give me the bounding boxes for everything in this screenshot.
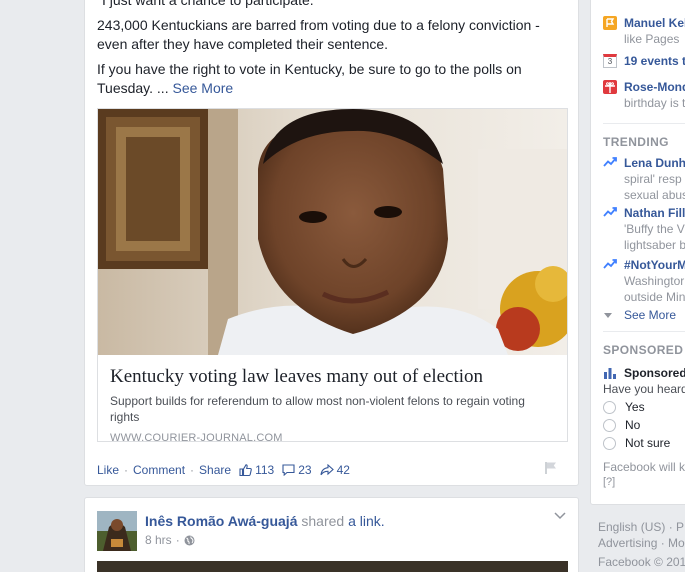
- flag-icon[interactable]: [544, 461, 558, 475]
- gift-icon: [603, 80, 617, 94]
- sidebar-notification[interactable]: Rose-Mond birthday is t: [603, 79, 685, 115]
- separator: ·: [124, 463, 129, 477]
- poll-title: Sponsored: [624, 366, 685, 380]
- post-paragraph-text: If you have the right to vote in Kentuck…: [97, 61, 522, 96]
- link-preview[interactable]: Kentucky voting law leaves many out of e…: [97, 108, 568, 444]
- radio-button[interactable]: [603, 400, 616, 414]
- divider: [603, 123, 685, 124]
- radio-button[interactable]: [603, 418, 616, 432]
- poll-option-label: Yes: [625, 400, 645, 414]
- sponsored-header: SPONSORED: [603, 343, 684, 357]
- author-name-link[interactable]: Inês Romão Awá-guajá: [145, 513, 297, 529]
- poll-option-yes[interactable]: Yes: [603, 400, 645, 414]
- link-preview-domain: WWW.COURIER-JOURNAL.COM: [110, 432, 283, 444]
- post-author-line: Inês Romão Awá-guajá shared a link.: [145, 513, 385, 529]
- share-arrow-icon: [320, 464, 334, 476]
- footer-language[interactable]: English (US) · P: [598, 520, 684, 534]
- post-quote: "I just want a chance to participate.": [97, 0, 319, 8]
- trending-snippet: sexual abus: [624, 188, 685, 202]
- like-count-value: 113: [255, 463, 275, 477]
- comment-button[interactable]: Comment: [133, 463, 185, 477]
- poll-option-not-sure[interactable]: Not sure: [603, 436, 670, 450]
- share-count-value: 42: [336, 463, 350, 477]
- poll-option-label: Not sure: [625, 436, 671, 450]
- footer-links[interactable]: Advertising · Mo: [598, 536, 685, 550]
- trending-header: TRENDING: [603, 135, 669, 149]
- poll-info-link[interactable]: [?]: [603, 474, 685, 490]
- like-button[interactable]: Like: [97, 463, 119, 477]
- chevron-down-icon[interactable]: [554, 512, 566, 520]
- separator: ·: [190, 463, 195, 477]
- poll-chart-icon: [604, 368, 616, 379]
- trending-snippet: lightsaber b: [624, 238, 685, 252]
- trending-arrow-icon: [603, 207, 617, 217]
- like-count[interactable]: 113: [239, 463, 274, 477]
- post-paragraph: 243,000 Kentuckians are barred from voti…: [97, 17, 540, 52]
- trending-see-more[interactable]: See More: [603, 307, 685, 323]
- share-button[interactable]: Share: [199, 463, 231, 477]
- sidebar-notification[interactable]: Manuel Kel like Pages: [603, 15, 685, 51]
- notification-title[interactable]: 19 events t: [624, 53, 685, 69]
- link-preview-title[interactable]: Kentucky voting law leaves many out of e…: [110, 366, 483, 388]
- link-preview-image[interactable]: [98, 109, 567, 355]
- see-more-link[interactable]: See More: [172, 80, 233, 96]
- poll-question: Have you heard: [603, 382, 685, 396]
- link-preview-description: Support builds for referendum to allow m…: [110, 394, 525, 424]
- poll-option-no[interactable]: No: [603, 418, 640, 432]
- post-actions: Like · Comment · Share 113 23 42: [97, 463, 350, 477]
- trending-snippet: 'Buffy the V: [624, 222, 685, 236]
- page-icon: [603, 16, 617, 30]
- right-sidebar: Manuel Kel like Pages 3 19 events t Rose…: [590, 0, 685, 505]
- comment-count[interactable]: 23: [282, 463, 312, 477]
- post-card: Inês Romão Awá-guajá shared a link. 8 hr…: [84, 497, 579, 572]
- see-more-label: See More: [624, 308, 677, 322]
- trending-item[interactable]: #NotYourM Washingtor outside Min: [603, 257, 685, 307]
- trending-arrow-icon: [603, 157, 617, 167]
- shared-link[interactable]: a link.: [348, 513, 385, 529]
- post-timestamp[interactable]: 8 hrs: [145, 533, 172, 547]
- poll-note: Facebook will k: [603, 460, 685, 474]
- footer-copyright: Facebook © 201: [598, 555, 685, 569]
- trending-title[interactable]: #NotYourM: [624, 257, 685, 273]
- share-count[interactable]: 42: [320, 463, 350, 477]
- trending-item[interactable]: Lena Dunh spiral' resp sexual abus: [603, 155, 685, 205]
- calendar-icon: 3: [603, 54, 617, 68]
- trending-snippet: spiral' resp: [624, 172, 682, 186]
- trending-snippet: outside Min: [624, 290, 685, 304]
- shared-text: shared: [301, 513, 345, 529]
- divider: [603, 331, 685, 332]
- avatar[interactable]: [97, 511, 137, 551]
- notification-title[interactable]: Manuel Kel: [624, 15, 685, 31]
- globe-icon[interactable]: [184, 535, 195, 546]
- trending-title[interactable]: Lena Dunh: [624, 155, 685, 171]
- comment-count-value: 23: [298, 463, 312, 477]
- separator: ·: [175, 533, 180, 547]
- trending-snippet: Washingtor: [624, 274, 685, 288]
- sidebar-notification[interactable]: 3 19 events t: [603, 53, 685, 71]
- post-meta: 8 hrs ·: [145, 533, 195, 547]
- thumbs-up-icon: [239, 464, 252, 476]
- radio-button[interactable]: [603, 436, 616, 450]
- trending-title[interactable]: Nathan Fill: [624, 205, 685, 221]
- trending-arrow-icon: [603, 259, 617, 269]
- post-card: "I just want a chance to participate." 2…: [84, 0, 579, 486]
- chevron-down-icon: [604, 313, 612, 318]
- notification-title[interactable]: Rose-Mond: [624, 79, 685, 95]
- trending-item[interactable]: Nathan Fill 'Buffy the V lightsaber b: [603, 205, 685, 255]
- notification-subtitle: like Pages: [624, 32, 680, 46]
- post-image[interactable]: [97, 561, 568, 572]
- post-paragraph: If you have the right to vote in Kentuck…: [97, 60, 567, 98]
- comment-bubble-icon: [282, 464, 295, 476]
- poll-option-label: No: [625, 418, 641, 432]
- notification-subtitle: birthday is t: [624, 96, 685, 110]
